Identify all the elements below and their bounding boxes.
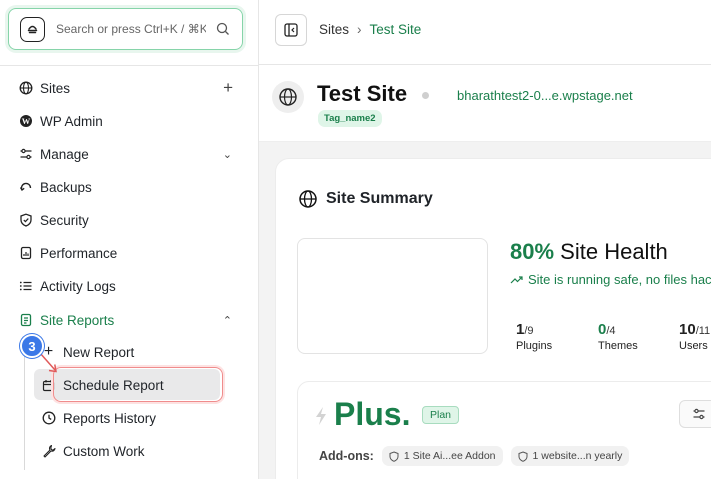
svg-text:W: W <box>21 116 30 126</box>
sidebar-item-performance[interactable]: Performance <box>0 238 259 268</box>
sidebar-item-label: Security <box>40 212 89 228</box>
stat-label: Themes <box>598 340 638 352</box>
shield-icon <box>518 450 528 462</box>
divider <box>0 65 259 66</box>
sidebar-item-label: Activity Logs <box>40 278 116 294</box>
globe-icon <box>279 88 297 106</box>
addon-label: 1 Site Ai...ee Addon <box>403 450 496 462</box>
site-url-link[interactable]: bharathtest2-0...e.wpstage.net <box>457 88 633 103</box>
document-chart-icon <box>18 246 33 261</box>
sliders-icon <box>18 147 33 162</box>
sidebar-item-manage[interactable]: Manage ⌄ <box>0 139 259 169</box>
addon-chip[interactable]: 1 Site Ai...ee Addon <box>381 446 503 466</box>
search-box[interactable] <box>8 8 243 50</box>
addon-label: 1 website...n yearly <box>532 450 623 462</box>
stat-plugins: 1/9 Plugins <box>516 321 552 352</box>
sidebar-item-site-reports[interactable]: Site Reports ⌃ <box>0 305 259 335</box>
stat-value: 10 <box>679 321 696 338</box>
wordpress-icon: W <box>18 114 33 129</box>
health-status-text: Site is running safe, no files hac <box>528 272 711 287</box>
plan-badge: Plan <box>422 406 460 424</box>
search-input[interactable] <box>56 22 206 36</box>
stat-total: /11 <box>695 325 711 337</box>
site-summary-card: Site Summary 80% Site Health Site is run… <box>275 158 711 479</box>
sidebar-item-label: WP Admin <box>40 113 103 129</box>
sidebar-item-security[interactable]: Security <box>0 205 259 235</box>
addon-chip[interactable]: 1 website...n yearly <box>510 446 630 466</box>
sliders-icon <box>693 408 705 420</box>
sidebar-subitem-custom-work[interactable]: Custom Work <box>0 436 259 466</box>
pointer-arrow-icon <box>39 352 57 373</box>
sidebar-item-label: Reports History <box>63 410 157 426</box>
plan-card: Plus. Plan Add-ons: 1 Site Ai...ee Addon… <box>297 381 711 479</box>
plan-settings-button[interactable] <box>679 400 711 428</box>
add-site-button[interactable]: + <box>223 78 233 98</box>
sidebar-item-backups[interactable]: Backups <box>0 172 259 202</box>
stat-total: /4 <box>606 325 616 337</box>
health-status: Site is running safe, no files hac <box>510 272 711 287</box>
status-dot <box>422 92 429 99</box>
sidebar-item-activity-logs[interactable]: Activity Logs <box>0 271 259 301</box>
sidebar-item-label: Sites <box>40 80 71 96</box>
step-badge: 3 <box>20 334 44 358</box>
stat-total: /9 <box>524 325 534 337</box>
sidebar-item-wp-admin[interactable]: W WP Admin <box>0 106 259 136</box>
report-icon <box>18 313 33 328</box>
addons-row: Add-ons: 1 Site Ai...ee Addon 1 website.… <box>319 446 630 466</box>
health-percent: 80% <box>510 239 555 264</box>
sidebar: Sites + W WP Admin Manage ⌄ Backups Secu… <box>0 0 259 479</box>
addons-label: Add-ons: <box>319 449 374 463</box>
clock-icon <box>41 411 56 426</box>
panel-collapse-icon <box>284 23 298 37</box>
stat-users: 10/11 Users <box>679 321 710 352</box>
sidebar-item-label: Site Reports <box>40 312 115 328</box>
stat-label: Users <box>679 340 708 352</box>
sidebar-item-label: New Report <box>63 344 135 360</box>
globe-icon <box>18 81 33 96</box>
trend-up-icon <box>510 275 523 283</box>
search-icon[interactable] <box>216 22 230 41</box>
site-header: Test Site bharathtest2-0...e.wpstage.net… <box>259 66 711 142</box>
health-label: Site Health <box>560 239 668 264</box>
sidebar-item-label: Backups <box>40 179 92 195</box>
sidebar-item-label: Custom Work <box>63 443 145 459</box>
site-tag-badge[interactable]: Tag_name2 <box>318 110 382 127</box>
page-title: Test Site <box>317 81 408 106</box>
sidebar-subitem-reports-history[interactable]: Reports History <box>0 403 259 433</box>
sidebar-item-label: Manage <box>40 146 89 162</box>
highlight-ring <box>53 367 223 402</box>
sidebar-item-sites[interactable]: Sites + <box>0 73 259 103</box>
breadcrumb-current: Test Site <box>369 22 422 37</box>
stat-themes: 0/4 Themes <box>598 321 638 352</box>
globe-icon <box>299 190 317 208</box>
breadcrumb-separator: › <box>357 22 362 37</box>
site-favicon <box>272 81 304 113</box>
top-bar: Sites › Test Site <box>259 0 711 65</box>
shield-icon <box>18 213 33 228</box>
wrench-icon <box>41 444 56 459</box>
bolt-icon <box>316 407 326 425</box>
list-icon <box>18 279 33 294</box>
sidebar-item-label: Performance <box>40 245 118 261</box>
shield-icon <box>389 450 399 462</box>
stat-label: Plugins <box>516 340 553 352</box>
chevron-up-icon[interactable]: ⌃ <box>223 314 232 327</box>
plan-name: Plus. <box>334 396 411 432</box>
chevron-down-icon[interactable]: ⌄ <box>223 148 232 161</box>
main-content: Site Summary 80% Site Health Site is run… <box>259 142 711 479</box>
breadcrumb-sites[interactable]: Sites <box>319 22 349 37</box>
sidebar-toggle-button[interactable] <box>275 14 307 46</box>
site-thumbnail <box>297 238 488 354</box>
site-health: 80% Site Health <box>510 239 668 265</box>
breadcrumb: Sites › Test Site <box>319 22 421 37</box>
backup-icon <box>18 180 33 195</box>
app-logo-icon <box>20 16 45 42</box>
summary-title: Site Summary <box>326 190 433 207</box>
summary-heading: Site Summary <box>298 189 433 209</box>
